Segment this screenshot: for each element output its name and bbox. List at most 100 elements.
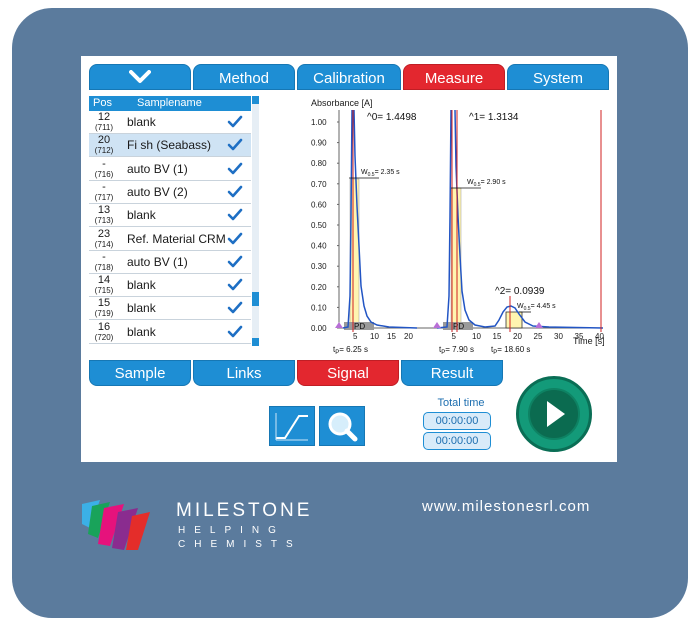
screen: Method Calibration Measure System Pos Sa… (81, 56, 617, 462)
sample-pos: 20 (712) (91, 134, 117, 156)
y-tick-label: 0.30 (311, 262, 327, 271)
x-tick-label: 5 (353, 332, 358, 341)
sample-list: Pos Samplename 12 (711) blank 20 (712) Fi sh … (89, 96, 259, 346)
tab-method[interactable]: Method (193, 64, 295, 90)
top-tab-bar: Method Calibration Measure System (89, 64, 609, 90)
checkmark-icon[interactable] (227, 278, 243, 292)
website-link[interactable]: www.milestonesrl.com (422, 498, 590, 515)
sample-name: blank (127, 115, 156, 129)
tp-label-2: tP= 7.90 s (439, 345, 474, 354)
list-scrollbar[interactable] (252, 96, 259, 346)
pos-sub: (719) (94, 309, 114, 319)
checkmark-icon[interactable] (227, 232, 243, 246)
y-tick-label: 0.70 (311, 180, 327, 189)
checkmark-icon[interactable] (227, 255, 243, 269)
samplename-header: Samplename (137, 97, 202, 109)
x-tick-label: 15 (387, 332, 396, 341)
checkmark-icon[interactable] (227, 162, 243, 176)
x-tick-label: 15 (493, 332, 502, 341)
checkmark-icon[interactable] (227, 185, 243, 199)
sample-pos: 23 (714) (91, 228, 117, 249)
x-tick-label: 25 (534, 332, 543, 341)
y-axis-title: Absorbance [A] (311, 98, 373, 108)
scroll-down-arrow[interactable] (252, 338, 259, 346)
start-marker-2 (433, 322, 441, 328)
tab-sample[interactable]: Sample (89, 360, 191, 386)
magnifier-icon (328, 412, 358, 442)
sample-name: Fi sh (Seabass) (127, 138, 212, 153)
scroll-up-arrow[interactable] (252, 96, 259, 104)
checkmark-icon[interactable] (227, 115, 243, 129)
start-button[interactable] (516, 376, 592, 452)
x-tick-label: 5 (452, 332, 457, 341)
sample-pos: - (716) (91, 157, 117, 179)
x-axis-title: Time [s] (573, 336, 605, 346)
chevron-down-icon (129, 70, 151, 83)
y-tick-label: 0.60 (311, 200, 327, 209)
y-tick-label: 0.50 (311, 221, 327, 230)
sample-name: auto BV (1) (127, 254, 188, 269)
w-label-1: W0.5= 2.35 s (361, 169, 400, 178)
tab-calibration[interactable]: Calibration (297, 64, 401, 90)
pos-number: 14 (97, 274, 111, 287)
tp-label-1: tP= 6.25 s (333, 345, 368, 354)
list-item[interactable]: - (718) auto BV (1) (89, 250, 251, 274)
list-item[interactable]: - (716) auto BV (1) (89, 157, 251, 181)
x-tick-label: 10 (472, 332, 481, 341)
peak1-label: ^0= 1.4498 (367, 112, 417, 123)
x-tick-label: 30 (554, 332, 563, 341)
x-tick-label: 10 (370, 332, 379, 341)
y-tick-label: 0.40 (311, 242, 327, 251)
play-icon (547, 401, 565, 427)
w-label-3: W0.5= 4.45 s (517, 303, 556, 312)
w-label-2: W0.5= 2.90 s (467, 179, 506, 188)
peak2-label: ^1= 1.3134 (469, 112, 519, 123)
pos-header: Pos (93, 97, 112, 109)
milestone-logo-icon (82, 500, 150, 550)
sample-name: auto BV (1) (127, 161, 188, 176)
y-tick-label: 1.00 (311, 118, 327, 127)
start-marker-3 (535, 322, 543, 328)
checkmark-icon[interactable] (227, 208, 243, 222)
list-item[interactable]: 13 (713) blank (89, 204, 251, 228)
tab-result[interactable]: Result (401, 360, 503, 386)
total-time-value-2: 00:00:00 (423, 432, 491, 450)
brand-tagline-1: HELPING (178, 525, 285, 536)
checkmark-icon[interactable] (227, 325, 243, 339)
list-item[interactable]: - (717) auto BV (2) (89, 180, 251, 204)
list-item[interactable]: 15 (719) blank (89, 297, 251, 321)
start-button-inner (528, 388, 580, 440)
sample-name: blank (127, 301, 156, 316)
pd-label-2: PD (453, 322, 464, 331)
sample-pos: 12 (711) (91, 111, 117, 133)
tab-links[interactable]: Links (193, 360, 295, 386)
list-item[interactable]: 20 (712) Fi sh (Seabass) (89, 134, 251, 158)
list-item[interactable]: 12 (711) blank (89, 111, 251, 134)
sample-name: blank (127, 324, 156, 339)
scroll-thumb[interactable] (252, 292, 259, 306)
checkmark-icon[interactable] (227, 138, 243, 152)
list-item[interactable]: 23 (714) Ref. Material CRM (89, 227, 251, 251)
pos-number: 12 (97, 111, 111, 123)
sample-name: Ref. Material CRM (127, 231, 226, 246)
tab-system[interactable]: System (507, 64, 609, 90)
peak3-label: ^2= 0.0939 (495, 286, 545, 297)
y-tick-label: 0.00 (311, 324, 327, 333)
pos-number: - (102, 180, 106, 193)
brand-tagline-2: CHEMISTS (178, 539, 302, 550)
list-item[interactable]: 14 (715) blank (89, 274, 251, 298)
sample-pos: - (718) (91, 251, 117, 272)
curve-view-button[interactable] (269, 406, 315, 446)
sample-name: blank (127, 208, 156, 223)
sample-pos: 15 (719) (91, 298, 117, 319)
pos-number: - (102, 157, 106, 170)
tab-measure[interactable]: Measure (403, 64, 505, 90)
sample-pos: 13 (713) (91, 205, 117, 226)
sample-name: auto BV (2) (127, 184, 188, 199)
tab-signal[interactable]: Signal (297, 360, 399, 386)
tab-menu[interactable] (89, 64, 191, 90)
zoom-button[interactable] (319, 406, 365, 446)
list-item[interactable]: 16 (720) blank (89, 320, 251, 344)
checkmark-icon[interactable] (227, 301, 243, 315)
pos-number: 20 (97, 134, 111, 147)
